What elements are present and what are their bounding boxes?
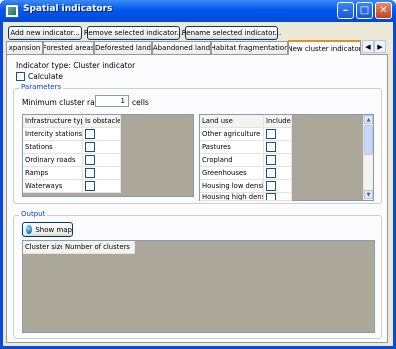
arrow-left-icon: ◀ — [365, 42, 371, 51]
window-title: Spatial indicators — [23, 4, 113, 14]
maximize-button[interactable]: □ — [356, 2, 373, 19]
landuse-row-label: Cropland — [200, 154, 264, 167]
landuse-row-label: Housing low density — [200, 180, 264, 193]
remove-indicator-button[interactable]: Remove selected indicator... — [84, 26, 183, 40]
table-cell — [264, 141, 292, 154]
rename-indicator-button[interactable]: Rename selected indicator... — [182, 26, 281, 40]
table-cell — [83, 141, 121, 154]
table-cell — [83, 128, 121, 141]
include-checkbox[interactable] — [266, 193, 276, 200]
parameters-legend: Parameters — [19, 83, 64, 91]
arrow-right-icon: ▶ — [377, 42, 383, 51]
app-icon — [5, 4, 19, 18]
table-cell — [264, 154, 292, 167]
infrastructure-row-label: Ordinary roads — [23, 154, 83, 167]
tab-new-cluster-indicator[interactable]: New cluster indicator — [288, 40, 361, 55]
globe-icon — [26, 225, 33, 234]
include-checkbox[interactable] — [266, 181, 276, 191]
show-map-button[interactable]: Show map — [22, 222, 73, 237]
radius-unit: cells — [132, 98, 149, 107]
arrow-up-icon: ▲ — [366, 116, 371, 123]
output-legend: Output — [19, 210, 48, 218]
tab-habitat-fragmentation[interactable]: Habitat fragmentation — [211, 41, 288, 54]
is-obstacle-checkbox[interactable] — [85, 181, 95, 191]
include-checkbox[interactable] — [266, 168, 276, 178]
minimize-button[interactable]: – — [337, 2, 354, 19]
tab-forested-areas[interactable]: Forested areas — [43, 41, 94, 54]
include-checkbox[interactable] — [266, 142, 276, 152]
close-icon: ✕ — [379, 4, 388, 16]
scroll-down-button[interactable]: ▼ — [364, 190, 373, 199]
include-header[interactable]: Include — [264, 115, 292, 128]
scroll-thumb[interactable] — [364, 125, 373, 155]
tab-scroll-left-button[interactable]: ◀ — [362, 40, 374, 53]
tab-expansion[interactable]: xpansion — [6, 41, 43, 54]
tab-scroll-right-button[interactable]: ▶ — [374, 40, 386, 53]
is-obstacle-checkbox[interactable] — [85, 142, 95, 152]
landuse-row-label: Other agriculture — [200, 128, 264, 141]
table-cell — [83, 154, 121, 167]
radius-input[interactable]: 1 — [95, 95, 129, 107]
land-use-header[interactable]: Land use — [200, 115, 264, 128]
number-of-clusters-header[interactable]: Number of clusters — [63, 241, 135, 254]
landuse-row-label: Greenhouses — [200, 167, 264, 180]
include-checkbox[interactable] — [266, 129, 276, 139]
close-button[interactable]: ✕ — [375, 2, 392, 19]
table-cell — [83, 180, 121, 193]
is-obstacle-checkbox[interactable] — [85, 129, 95, 139]
infrastructure-row-label: Intercity stations — [23, 128, 83, 141]
infrastructure-row-label: Ramps — [23, 167, 83, 180]
minimize-icon: – — [343, 4, 348, 16]
landuse-row-label: Housing high density — [200, 193, 264, 201]
table-cell — [264, 180, 292, 193]
table-cell — [264, 167, 292, 180]
maximize-icon: □ — [359, 4, 370, 16]
tab-abandoned-land[interactable]: Abandoned land — [152, 41, 211, 54]
tab-deforested-land[interactable]: Deforested land — [94, 41, 152, 54]
calculate-label: Calculate — [28, 72, 64, 81]
scroll-up-button[interactable]: ▲ — [364, 115, 373, 124]
title-bar[interactable]: Spatial indicators – □ ✕ — [0, 0, 396, 22]
infrastructure-row-label: Waterways — [23, 180, 83, 193]
output-table: Cluster size [ha] Number of clusters — [22, 240, 375, 333]
add-indicator-button[interactable]: Add new indicator... — [8, 26, 82, 40]
infrastructure-table: Infrastructure type Is obstacle Intercit… — [22, 114, 194, 197]
table-cell — [264, 128, 292, 141]
landuse-scrollbar[interactable]: ▲ ▼ — [363, 115, 373, 200]
landuse-row-label: Pastures — [200, 141, 264, 154]
is-obstacle-checkbox[interactable] — [85, 168, 95, 178]
infrastructure-row-label: Stations — [23, 141, 83, 154]
include-checkbox[interactable] — [266, 155, 276, 165]
cluster-size-header[interactable]: Cluster size [ha] — [23, 241, 63, 254]
calculate-checkbox[interactable] — [16, 72, 25, 81]
indicator-type-label: Indicator type: Cluster indicator — [16, 61, 136, 70]
show-map-label: Show map — [35, 225, 72, 234]
landuse-table: Land use Include Other agriculture Pastu… — [199, 114, 374, 201]
is-obstacle-checkbox[interactable] — [85, 155, 95, 165]
infrastructure-type-header[interactable]: Infrastructure type — [23, 115, 83, 128]
table-cell — [83, 167, 121, 180]
table-cell — [264, 193, 292, 201]
is-obstacle-header[interactable]: Is obstacle — [83, 115, 121, 128]
arrow-down-icon: ▼ — [366, 191, 371, 198]
